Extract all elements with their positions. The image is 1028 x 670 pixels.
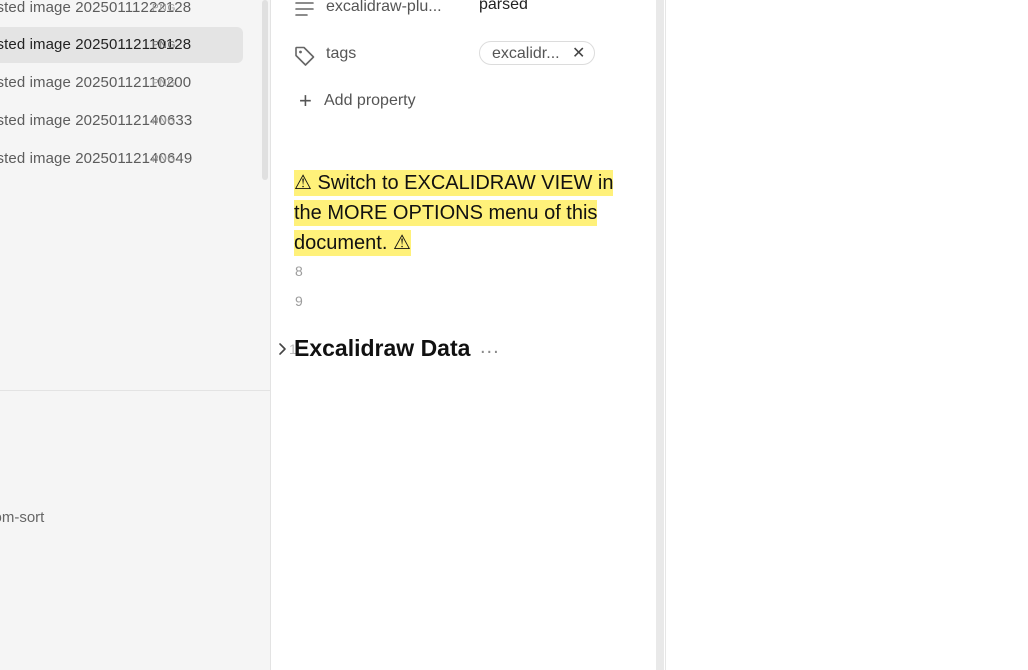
note-pane: excalidraw-plu... parsed tags excalidr..… — [271, 0, 656, 670]
file-extension-badge: PNG — [152, 154, 177, 165]
tag-pill[interactable]: excalidr... ✕ — [479, 41, 595, 65]
file-extension-badge: PNG — [152, 116, 177, 127]
pane-resize-handle[interactable] — [656, 0, 664, 670]
file-item[interactable]: Pasted image 20250112140649 PNG — [0, 141, 243, 177]
sidebar-divider — [0, 390, 270, 391]
file-extension-badge: PNG — [152, 3, 177, 14]
tag-icon — [295, 46, 315, 66]
section-heading: Excalidraw Data — [294, 335, 471, 361]
sidebar-scrollbar[interactable] — [262, 0, 268, 180]
file-item-active[interactable]: Pasted image 20250112110128 PNG — [0, 27, 243, 63]
file-extension-badge: PNG — [152, 78, 177, 89]
heading-row: Excalidraw Data ... — [277, 334, 577, 366]
warning-text: ⚠ Switch to EXCALIDRAW VIEW in the MORE … — [294, 170, 614, 256]
file-item[interactable]: Pasted image 20250112110200 PNG — [0, 65, 243, 101]
property-value[interactable]: parsed — [479, 0, 528, 14]
chevron-right-icon[interactable] — [277, 342, 289, 356]
add-property-label: Add property — [324, 92, 416, 109]
tag-label[interactable]: excalidr... — [492, 45, 560, 63]
sort-plugin-label[interactable]: custom-sort — [0, 509, 44, 526]
property-key[interactable]: excalidraw-plu... — [326, 0, 442, 16]
file-extension-badge: PNG — [152, 40, 177, 51]
file-explorer: Pasted image 20250111222128 PNG Pasted i… — [0, 0, 271, 670]
close-icon[interactable]: ✕ — [572, 43, 585, 63]
warning-callout: ⚠ Switch to EXCALIDRAW VIEW in the MORE … — [294, 168, 624, 258]
property-row[interactable]: tags excalidr... ✕ — [293, 41, 633, 71]
empty-pane — [666, 0, 1028, 670]
line-number: 8 — [295, 263, 303, 279]
file-item[interactable]: Pasted image 20250111222128 PNG — [0, 0, 243, 26]
text-lines-icon — [295, 2, 314, 16]
line-number: 9 — [295, 293, 303, 309]
file-item[interactable]: Pasted image 20250112140633 PNG — [0, 103, 243, 139]
folded-ellipsis-indicator[interactable]: ... — [480, 336, 500, 359]
add-property-button[interactable]: + Add property — [299, 89, 459, 115]
property-row[interactable]: excalidraw-plu... parsed — [293, 0, 633, 25]
plus-icon: + — [299, 88, 312, 113]
property-key[interactable]: tags — [326, 45, 356, 63]
